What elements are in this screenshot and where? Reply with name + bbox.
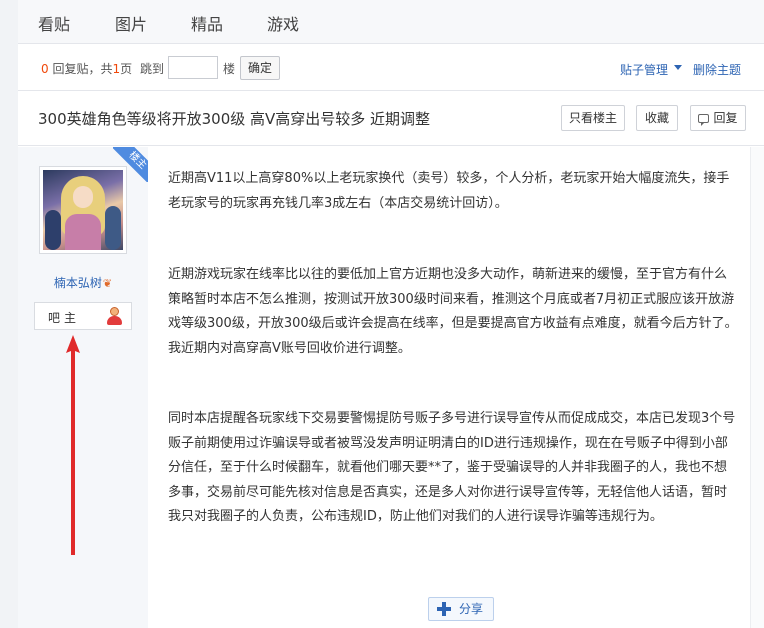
reply-button-label: 回复: [713, 111, 738, 125]
tab-posts[interactable]: 看贴: [38, 11, 70, 35]
left-gutter: [0, 0, 18, 628]
right-strip: [750, 147, 764, 628]
post-paragraph-2: 近期游戏玩家在线率比以往的要低加上官方近期也没多大动作，萌新进来的缓慢，至于官方…: [168, 267, 738, 356]
avatar-image: [43, 170, 123, 250]
op-ribbon: 楼主: [113, 147, 148, 182]
red-arrow-annotation: [66, 335, 80, 555]
delete-thread-link[interactable]: 删除主题: [693, 61, 741, 78]
moderator-badge: 吧主: [34, 302, 132, 330]
person-icon: [105, 307, 123, 326]
dropdown-caret-icon[interactable]: [674, 65, 682, 70]
moderator-badge-label: 吧主: [48, 311, 81, 325]
reply-count: 0: [41, 62, 49, 76]
post-paragraph-3: 同时本店提醒各玩家线下交易要警惕提防号贩子多号进行误导宣传从而促成成交，本店已发…: [168, 411, 736, 524]
page-unit: 页: [120, 62, 133, 76]
only-op-button[interactable]: 只看楼主: [561, 105, 625, 131]
author-column: 楼主 楠本弘树❦ 吧主: [18, 147, 148, 628]
thread-toolbar: 0 回复贴，共1页 跳到 楼 确定 贴子管理 删除主题: [18, 45, 764, 91]
favorite-button[interactable]: 收藏: [636, 105, 678, 131]
share-button[interactable]: 分享: [428, 597, 494, 621]
author-name-text[interactable]: 楠本弘树: [54, 276, 102, 290]
reply-stats: 0 回复贴，共1页: [41, 60, 132, 77]
op-ribbon-label: 楼主: [113, 147, 148, 182]
reply-icon: [698, 114, 710, 126]
jump-label: 跳到: [140, 62, 165, 76]
plus-icon: [437, 602, 451, 616]
reply-button[interactable]: 回复: [690, 105, 746, 131]
thread-title-bar: 300英雄角色等级将开放300级 高V高穿出号较多 近期调整 只看楼主 收藏 回…: [18, 92, 764, 146]
author-name[interactable]: 楠本弘树❦: [18, 274, 148, 291]
share-label: 分享: [459, 602, 484, 616]
top-nav: 看贴 图片 精品 游戏: [18, 0, 764, 44]
post-paragraph-1: 近期高V11以上高穿80%以上老玩家换代（卖号）较多，个人分析，老玩家开始大幅度…: [168, 171, 730, 211]
maple-leaf-icon: ❦: [102, 277, 113, 290]
tab-featured[interactable]: 精品: [191, 11, 223, 35]
floor-label: 楼: [223, 62, 236, 76]
reply-label: 回复贴，共: [48, 62, 113, 76]
page-count: 1: [112, 62, 121, 76]
tab-images[interactable]: 图片: [115, 11, 147, 35]
jump-page-input[interactable]: [168, 56, 218, 79]
thread-title: 300英雄角色等级将开放300级 高V高穿出号较多 近期调整: [38, 110, 431, 128]
confirm-button[interactable]: 确定: [240, 56, 280, 80]
tab-games[interactable]: 游戏: [267, 11, 299, 35]
post-manage-link[interactable]: 贴子管理: [620, 61, 668, 78]
